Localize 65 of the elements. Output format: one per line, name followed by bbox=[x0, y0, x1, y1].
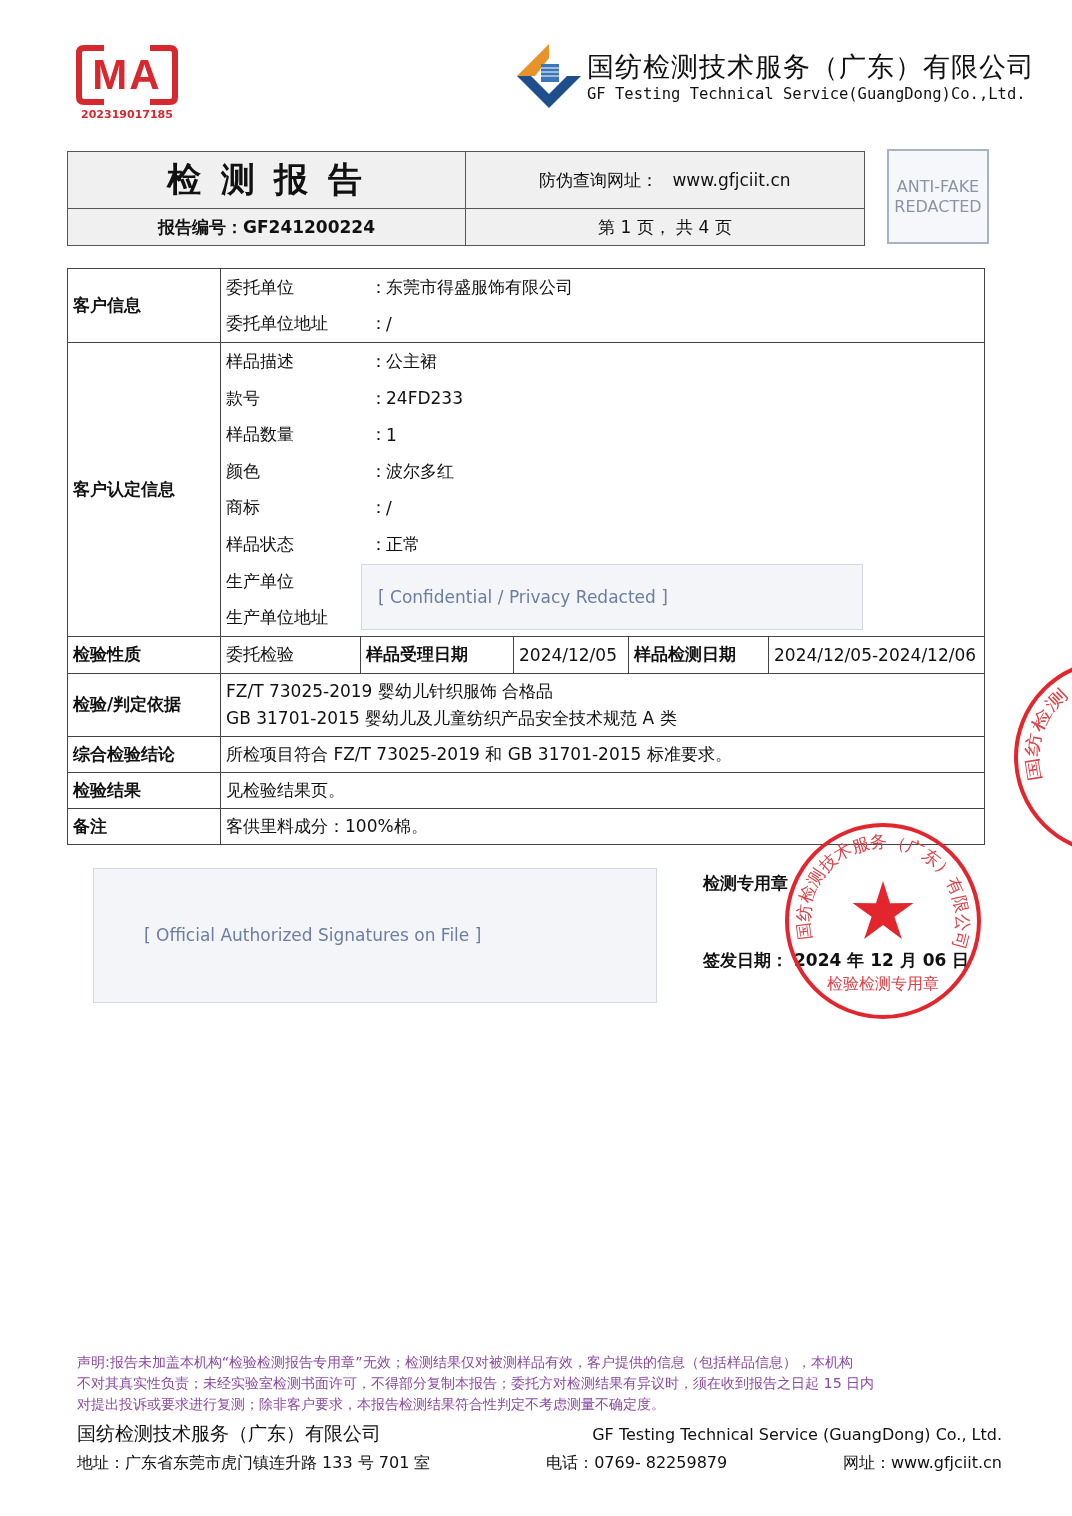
row-heading: 检验结果 bbox=[73, 778, 141, 802]
field-value: / bbox=[386, 313, 393, 334]
row-heading: 样品检测日期 bbox=[634, 643, 736, 667]
field-label: 款号 bbox=[226, 386, 261, 410]
table-cell-text: 见检验结果页。 bbox=[226, 778, 346, 802]
field-colon: ： bbox=[370, 496, 386, 520]
footer-address: 地址：广东省东莞市虎门镇连升路 133 号 701 室 bbox=[77, 1453, 431, 1474]
footer-company-name: 国纺检测技术服务（广东）有限公司 bbox=[77, 1421, 381, 1446]
field-label: 委托单位地址 bbox=[226, 312, 329, 336]
footer-company-name-english: GF Testing Technical Service (GuangDong) Co., Ltd. bbox=[592, 1424, 1002, 1444]
report-title: 检 测 报 告 bbox=[166, 158, 367, 201]
field-value: / bbox=[386, 497, 393, 518]
field-value: 正常 bbox=[386, 532, 421, 556]
report-number: GF241200224 bbox=[243, 217, 375, 237]
field-label: 样品数量 bbox=[226, 423, 295, 447]
stamp-label: 检测专用章 bbox=[703, 871, 788, 895]
field-label: 生产单位 bbox=[226, 569, 295, 593]
field-value: 公主裙 bbox=[386, 350, 438, 373]
table-cell: 委托检验 bbox=[226, 643, 294, 667]
field-label: 样品状态 bbox=[226, 532, 295, 556]
field-colon: ： bbox=[370, 459, 386, 483]
company-name: 国纺检测技术服务（广东）有限公司 bbox=[587, 50, 1035, 84]
site-url: www.gfjciit.cn bbox=[672, 170, 791, 190]
row-heading: 备注 bbox=[73, 814, 107, 838]
row-heading: 客户信息 bbox=[73, 294, 141, 318]
row-heading: 检验性质 bbox=[73, 643, 141, 667]
field-label: 颜色 bbox=[226, 459, 261, 483]
site-label: 防伪查询网址： bbox=[539, 168, 659, 192]
page-info: 第 1 页， 共 4 页 bbox=[598, 215, 732, 239]
redaction-text: [ Confidential / Privacy Redacted ] bbox=[378, 587, 668, 608]
field-colon: ： bbox=[370, 312, 386, 336]
table-cell: 2024/12/05 bbox=[519, 644, 617, 665]
row-heading: 样品受理日期 bbox=[366, 643, 468, 667]
company-logo-icon bbox=[517, 44, 581, 108]
field-label: 委托单位 bbox=[226, 275, 295, 299]
field-colon: ： bbox=[370, 532, 386, 556]
field-colon: ： bbox=[370, 275, 386, 299]
disclaimer-text: 声明:报告未加盖本机构“检验检测报告专用章”无效；检测结果仅对被测样品有效，客户提供的信息（包括样品信息），本机构 不对其真实性负责；未经实验室检测书面许可，不得部分复制本报告；委托方对检测结果有异议时，须在收到报告之日起 15 日内 对提出投诉或要求进行复测；除非客户要求，本报告检测结果符合性判定不考虑测量不确定度。 bbox=[77, 1353, 876, 1414]
redaction-text: ANTI-FAKE REDACTED bbox=[893, 176, 983, 217]
row-heading: 客户认定信息 bbox=[73, 478, 175, 502]
footer-website: 网址：www.gfjciit.cn bbox=[842, 1453, 1002, 1474]
field-value: 波尔多红 bbox=[386, 459, 455, 483]
field-colon: ： bbox=[370, 423, 386, 447]
row-heading: 检验/判定依据 bbox=[73, 693, 182, 717]
report-number-label: 报告编号： bbox=[158, 215, 243, 239]
table-cell-text: 客供里料成分：100%棉。 bbox=[226, 814, 429, 838]
table-cell-text: 所检项目符合 FZ/T 73025-2019 和 GB 31701-2015 标准要求。 bbox=[226, 742, 733, 766]
redaction-text: [ Official Authorized Signatures on File ] bbox=[144, 925, 482, 946]
cma-logo: MA bbox=[76, 44, 178, 106]
row-heading: 综合检验结论 bbox=[73, 742, 175, 766]
certificate-number: 202319017185 bbox=[81, 108, 173, 121]
field-value: 东莞市得盛服饰有限公司 bbox=[386, 275, 574, 299]
company-name-english: GF Testing Technical Service(GuangDong)Co.,Ltd. bbox=[587, 85, 1027, 103]
field-label: 样品描述 bbox=[226, 350, 295, 373]
field-value: 1 bbox=[386, 424, 398, 445]
field-colon: ： bbox=[370, 386, 386, 410]
issue-date-label: 签发日期： bbox=[703, 948, 788, 972]
field-label: 生产单位地址 bbox=[226, 606, 329, 630]
field-value: 24FD233 bbox=[386, 388, 464, 409]
footer-phone: 电话：0769- 82259879 bbox=[546, 1453, 728, 1474]
table-cell: 2024/12/05-2024/12/06 bbox=[774, 644, 977, 665]
field-label: 商标 bbox=[226, 496, 261, 520]
table-cell-text: FZ/T 73025-2019 婴幼儿针织服饰 合格品 bbox=[226, 679, 555, 703]
field-colon: ： bbox=[370, 350, 386, 373]
table-cell-text: GB 31701-2015 婴幼儿及儿童纺织产品安全技术规范 A 类 bbox=[226, 706, 678, 730]
